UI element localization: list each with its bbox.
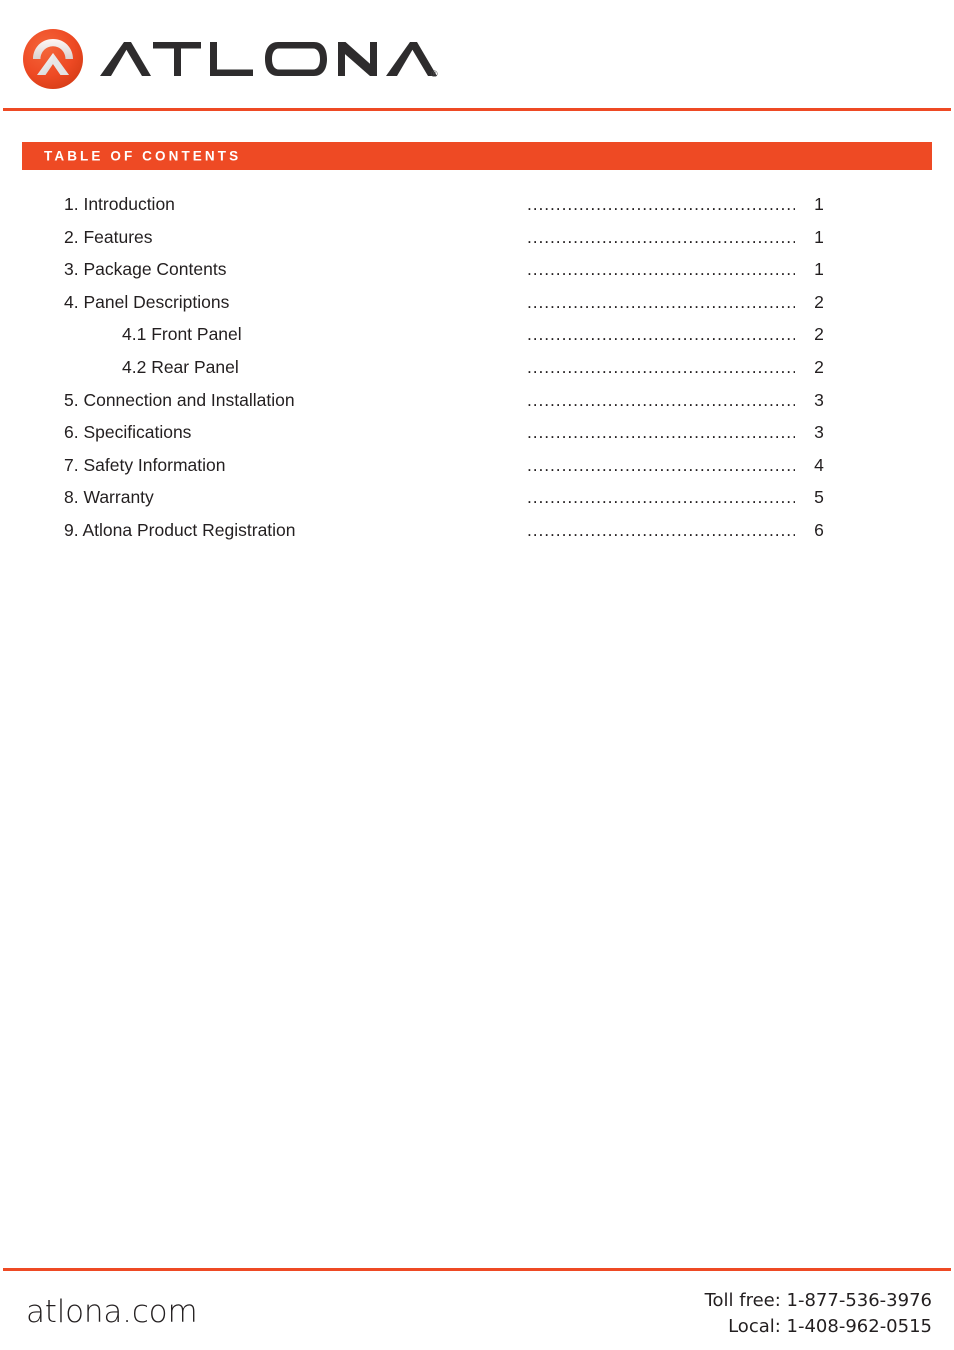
header-divider-rule bbox=[3, 108, 951, 111]
toc-row[interactable]: 4.1 Front Panel.........................… bbox=[0, 322, 954, 355]
toc-entry-label: 1. Introduction bbox=[64, 194, 175, 214]
toc-page-number: 3 bbox=[814, 389, 824, 410]
toc-dot-leader: ........................................… bbox=[527, 194, 795, 214]
toc-row[interactable]: 7. Safety Information...................… bbox=[0, 453, 954, 486]
toc-dot-leader: ........................................… bbox=[527, 259, 795, 280]
toc-entry-label: 4. Panel Descriptions bbox=[64, 291, 230, 312]
page-footer: atlona.com Toll free: 1-877-536-3976 Loc… bbox=[0, 1268, 954, 1350]
table-of-contents-list: 1. Introduction.........................… bbox=[0, 192, 954, 551]
toc-page-number: 3 bbox=[814, 422, 824, 443]
toc-dot-leader: ........................................… bbox=[527, 519, 795, 540]
toc-entry-label: 3. Package Contents bbox=[64, 259, 227, 280]
toc-entry-label: 4.1 Front Panel bbox=[122, 324, 242, 345]
toc-dot-leader: ........................................… bbox=[527, 487, 795, 508]
toc-row[interactable]: 8. Warranty.............................… bbox=[0, 485, 954, 518]
toc-page-number: 6 bbox=[814, 519, 824, 540]
footer-website[interactable]: atlona.com bbox=[26, 1294, 198, 1330]
toc-entry-label: 9. Atlona Product Registration bbox=[64, 519, 296, 540]
toc-row[interactable]: 6. Specifications.......................… bbox=[0, 420, 954, 453]
toc-page-number: 4 bbox=[814, 454, 824, 475]
atlona-wordmark: ® bbox=[98, 36, 438, 82]
svg-text:®: ® bbox=[431, 69, 438, 79]
toc-page-number: 1 bbox=[814, 194, 824, 214]
toc-page-number: 2 bbox=[814, 356, 824, 377]
toc-dot-leader: ........................................… bbox=[527, 291, 795, 312]
toc-row[interactable]: 4. Panel Descriptions...................… bbox=[0, 290, 954, 323]
toc-page-number: 5 bbox=[814, 487, 824, 508]
toc-row[interactable]: 4.2 Rear Panel..........................… bbox=[0, 355, 954, 388]
toc-page-number: 2 bbox=[814, 291, 824, 312]
atlona-chevron-circle-icon bbox=[22, 28, 84, 90]
toc-row[interactable]: 1. Introduction.........................… bbox=[0, 192, 954, 225]
toc-dot-leader: ........................................… bbox=[527, 226, 795, 247]
brand-logo: ® bbox=[22, 28, 438, 90]
footer-divider-rule bbox=[3, 1268, 951, 1271]
footer-local-phone: Local: 1-408-962-0515 bbox=[728, 1316, 932, 1337]
toc-entry-label: 5. Connection and Installation bbox=[64, 389, 295, 410]
toc-dot-leader: ........................................… bbox=[527, 422, 795, 443]
toc-page-number: 2 bbox=[814, 324, 824, 345]
toc-entry-label: 2. Features bbox=[64, 226, 153, 247]
footer-contact-block: Toll free: 1-877-536-3976 Local: 1-408-9… bbox=[705, 1288, 932, 1340]
page-header: ® bbox=[0, 0, 954, 111]
toc-row[interactable]: 5. Connection and Installation..........… bbox=[0, 388, 954, 421]
toc-row[interactable]: 3. Package Contents.....................… bbox=[0, 257, 954, 290]
toc-dot-leader: ........................................… bbox=[527, 389, 795, 410]
toc-dot-leader: ........................................… bbox=[527, 324, 795, 345]
toc-entry-label: 6. Specifications bbox=[64, 422, 192, 443]
toc-row[interactable]: 9. Atlona Product Registration..........… bbox=[0, 518, 954, 551]
footer-toll-free-phone: Toll free: 1-877-536-3976 bbox=[704, 1290, 932, 1311]
toc-dot-leader: ........................................… bbox=[527, 356, 795, 377]
toc-entry-label: 8. Warranty bbox=[64, 487, 154, 508]
toc-page-number: 1 bbox=[814, 226, 824, 247]
toc-page-number: 1 bbox=[814, 259, 824, 280]
toc-dot-leader: ........................................… bbox=[527, 454, 795, 475]
toc-entry-label: 7. Safety Information bbox=[64, 454, 226, 475]
page-title: TABLE OF CONTENTS bbox=[44, 148, 242, 164]
table-of-contents-header-bar: TABLE OF CONTENTS bbox=[22, 142, 932, 170]
toc-entry-label: 4.2 Rear Panel bbox=[122, 356, 239, 377]
toc-row[interactable]: 2. Features.............................… bbox=[0, 225, 954, 258]
